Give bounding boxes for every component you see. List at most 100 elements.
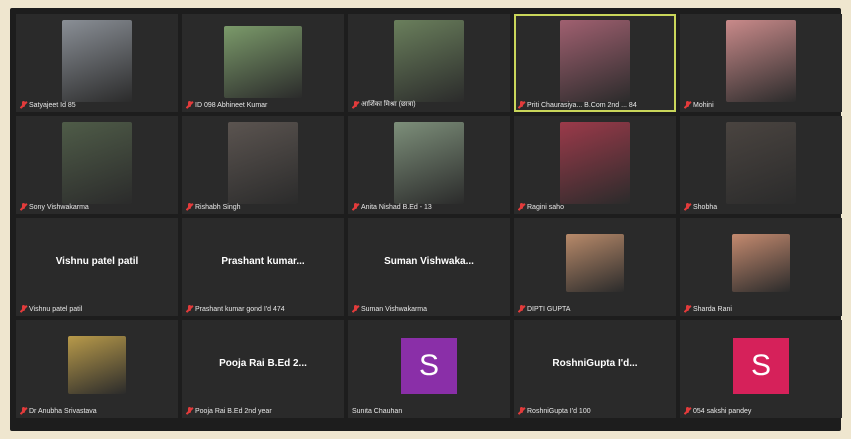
- muted-mic-icon: [684, 101, 691, 109]
- participant-name-bar: RoshniGupta I'd 100: [518, 407, 672, 415]
- participant-name-bar: Shobha: [684, 203, 838, 211]
- participant-tile[interactable]: Suman Vishwaka... Suman Vishwakarma: [348, 218, 510, 316]
- participant-name-bar: Dr Anubha Srivastava: [20, 407, 174, 415]
- participant-tile[interactable]: ID 098 Abhineet Kumar: [182, 14, 344, 112]
- participant-display-name: Prashant kumar...: [221, 256, 305, 267]
- muted-mic-icon: [186, 101, 193, 109]
- participant-name-bar: Vishnu patel patil: [20, 305, 174, 313]
- meeting-gallery: Satyajeet Id 85 ID 098 Abhineet Kumar आर्श…: [10, 8, 842, 431]
- participant-grid: Satyajeet Id 85 ID 098 Abhineet Kumar आर्श…: [16, 14, 842, 418]
- participant-video: [394, 122, 464, 204]
- muted-mic-icon: [186, 305, 193, 313]
- participant-tile[interactable]: S 054 sakshi pandey: [680, 320, 842, 418]
- participant-display-name: Suman Vishwaka...: [384, 256, 474, 267]
- participant-display-name: Pooja Rai B.Ed 2...: [219, 358, 307, 369]
- participant-name: Suman Vishwakarma: [361, 305, 428, 313]
- participant-name-bar: Sunita Chauhan: [352, 408, 506, 415]
- participant-name: RoshniGupta I'd 100: [527, 407, 591, 415]
- participant-tile[interactable]: Priti Chaurasiya... B.Com 2nd ... 84: [514, 14, 676, 112]
- participant-name-bar: Rishabh Singh: [186, 203, 340, 211]
- participant-tile[interactable]: Shobha: [680, 116, 842, 214]
- participant-name: Vishnu patel patil: [29, 305, 83, 313]
- participant-tile[interactable]: Satyajeet Id 85: [16, 14, 178, 112]
- muted-mic-icon: [20, 101, 27, 109]
- participant-name-bar: Prashant kumar gond I'd 474: [186, 305, 340, 313]
- participant-tile[interactable]: Dr Anubha Srivastava: [16, 320, 178, 418]
- participant-name: ID 098 Abhineet Kumar: [195, 101, 268, 109]
- participant-name-bar: Mohini: [684, 101, 838, 109]
- muted-mic-icon: [518, 101, 525, 109]
- participant-name: Sony Vishwakarma: [29, 203, 89, 211]
- participant-tile[interactable]: Mohini: [680, 14, 842, 112]
- participant-name: Satyajeet Id 85: [29, 101, 76, 109]
- participant-name: Pooja Rai B.Ed 2nd year: [195, 407, 272, 415]
- participant-display-name: Vishnu patel patil: [55, 256, 139, 267]
- participant-name: आर्शिका मिश्रा (छात्रा): [361, 101, 416, 108]
- participant-name-bar: Suman Vishwakarma: [352, 305, 506, 313]
- muted-mic-icon: [518, 203, 525, 211]
- participant-name-bar: 054 sakshi pandey: [684, 407, 838, 415]
- muted-mic-icon: [186, 203, 193, 211]
- participant-name-bar: Anita Nishad B.Ed - 13: [352, 203, 506, 211]
- participant-video: [394, 20, 464, 102]
- participant-tile[interactable]: Prashant kumar... Prashant kumar gond I'd…: [182, 218, 344, 316]
- muted-mic-icon: [20, 407, 27, 415]
- participant-display-name: RoshniGupta I'd...: [552, 358, 638, 369]
- participant-name: DIPTI GUPTA: [527, 305, 571, 313]
- muted-mic-icon: [352, 203, 359, 211]
- muted-mic-icon: [518, 305, 525, 313]
- participant-avatar: S: [733, 338, 789, 394]
- participant-name: Dr Anubha Srivastava: [29, 407, 97, 415]
- participant-tile[interactable]: Sharda Rani: [680, 218, 842, 316]
- participant-tile[interactable]: Sony Vishwakarma: [16, 116, 178, 214]
- participant-name: Sharda Rani: [693, 305, 732, 313]
- participant-name: Sunita Chauhan: [352, 408, 403, 415]
- participant-name: Shobha: [693, 203, 718, 211]
- participant-tile[interactable]: Ragini saho: [514, 116, 676, 214]
- participant-video: [560, 20, 630, 102]
- participant-name: Prashant kumar gond I'd 474: [195, 305, 285, 313]
- participant-name-bar: आर्शिका मिश्रा (छात्रा): [352, 100, 506, 109]
- participant-tile[interactable]: Pooja Rai B.Ed 2... Pooja Rai B.Ed 2nd ye…: [182, 320, 344, 418]
- participant-video: [726, 20, 796, 102]
- participant-name: Ragini saho: [527, 203, 564, 211]
- participant-name: Mohini: [693, 101, 714, 109]
- participant-name-bar: DIPTI GUPTA: [518, 305, 672, 313]
- muted-mic-icon: [352, 305, 359, 313]
- participant-name: Rishabh Singh: [195, 203, 241, 211]
- muted-mic-icon: [684, 305, 691, 313]
- participant-video: [228, 122, 298, 204]
- participant-tile[interactable]: RoshniGupta I'd... RoshniGupta I'd 100: [514, 320, 676, 418]
- participant-name-bar: Pooja Rai B.Ed 2nd year: [186, 407, 340, 415]
- participant-video: [726, 122, 796, 204]
- participant-tile[interactable]: Anita Nishad B.Ed - 13: [348, 116, 510, 214]
- muted-mic-icon: [352, 100, 359, 109]
- participant-video: [566, 234, 624, 292]
- muted-mic-icon: [518, 407, 525, 415]
- muted-mic-icon: [186, 407, 193, 415]
- participant-name-bar: Priti Chaurasiya... B.Com 2nd ... 84: [518, 101, 672, 109]
- participant-video: [560, 122, 630, 204]
- participant-name-bar: ID 098 Abhineet Kumar: [186, 101, 340, 109]
- participant-avatar: S: [401, 338, 457, 394]
- participant-name: 054 sakshi pandey: [693, 407, 752, 415]
- participant-tile[interactable]: Rishabh Singh: [182, 116, 344, 214]
- participant-tile[interactable]: S Sunita Chauhan: [348, 320, 510, 418]
- participant-tile[interactable]: आर्शिका मिश्रा (छात्रा): [348, 14, 510, 112]
- muted-mic-icon: [20, 305, 27, 313]
- participant-name: Priti Chaurasiya... B.Com 2nd ... 84: [527, 101, 637, 109]
- participant-video: [62, 122, 132, 204]
- participant-tile[interactable]: DIPTI GUPTA: [514, 218, 676, 316]
- muted-mic-icon: [684, 407, 691, 415]
- participant-video: [62, 20, 132, 102]
- participant-video: [224, 26, 302, 98]
- participant-name-bar: Sony Vishwakarma: [20, 203, 174, 211]
- participant-tile[interactable]: Vishnu patel patil Vishnu patel patil: [16, 218, 178, 316]
- participant-name-bar: Ragini saho: [518, 203, 672, 211]
- participant-name: Anita Nishad B.Ed - 13: [361, 203, 432, 211]
- participant-video: [732, 234, 790, 292]
- muted-mic-icon: [20, 203, 27, 211]
- participant-video: [68, 336, 126, 394]
- participant-name-bar: Sharda Rani: [684, 305, 838, 313]
- muted-mic-icon: [684, 203, 691, 211]
